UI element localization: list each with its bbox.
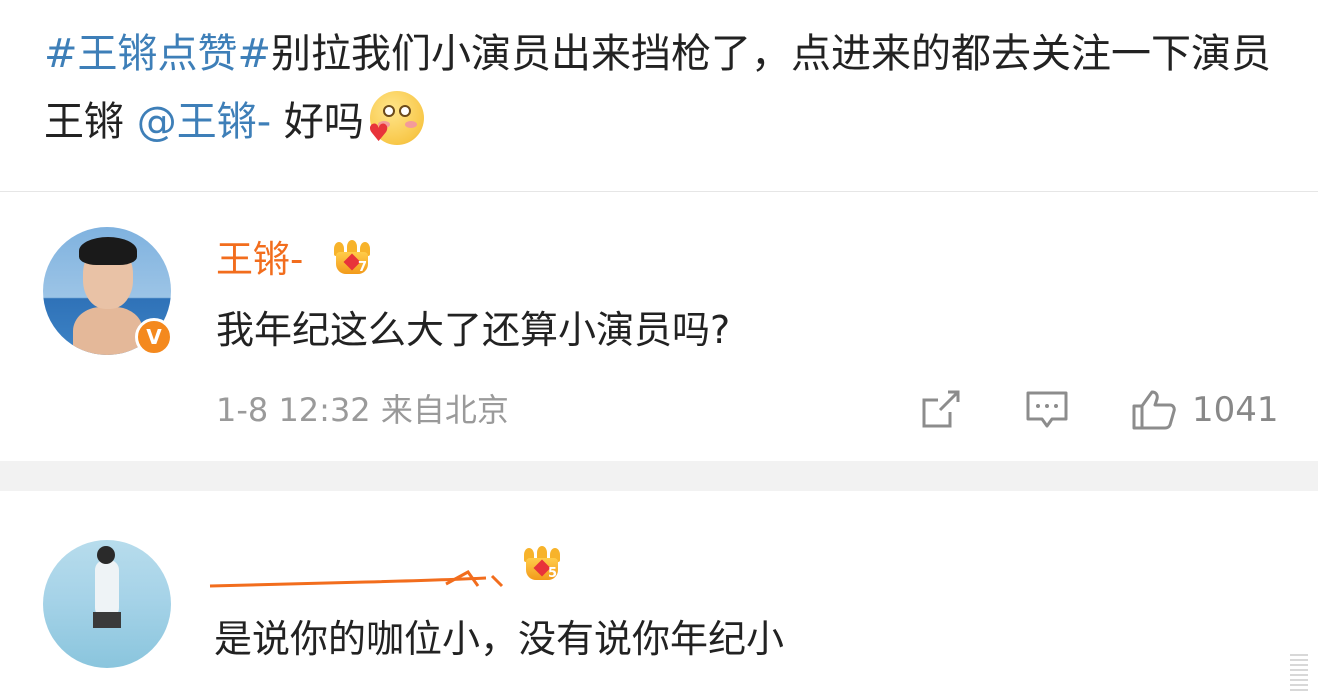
avatar[interactable] — [43, 540, 171, 668]
comment-button[interactable] — [1024, 388, 1070, 432]
crown-badge-icon: 7 — [332, 240, 372, 276]
comment-icon — [1026, 391, 1068, 428]
post-body: #王锵点赞#别拉我们小演员出来挡枪了，点进来的都去关注一下演员王锵 @王锵- 好… — [44, 20, 1284, 156]
topic-link[interactable]: #王锵点赞# — [44, 31, 271, 77]
comment-text: 我年纪这么大了还算小演员吗? — [216, 308, 731, 352]
share-button[interactable] — [918, 388, 962, 432]
crown-level: 5 — [548, 566, 558, 581]
crown-badge-icon: 5 — [522, 546, 562, 582]
comment-meta: 1-8 12:32 来自北京 — [216, 391, 509, 429]
comment-username[interactable]: 王锵- — [216, 232, 303, 288]
share-icon — [922, 390, 960, 428]
like-button[interactable]: 1041 — [1130, 388, 1279, 432]
like-count: 1041 — [1192, 390, 1279, 430]
shy-face-emoji-icon: ♥ — [368, 91, 424, 145]
redacted-username-scribble — [209, 570, 504, 588]
comment-text: 是说你的咖位小，没有说你年纪小 — [214, 617, 785, 661]
section-separator — [0, 461, 1318, 491]
scroll-grip-icon[interactable] — [1290, 654, 1308, 694]
crown-level: 7 — [358, 260, 368, 275]
verified-badge-icon: V — [135, 318, 173, 356]
mention-link[interactable]: @王锵- — [137, 99, 271, 145]
divider — [0, 191, 1318, 192]
post-text-end: 好吗 — [283, 99, 364, 145]
thumbs-up-icon — [1132, 390, 1176, 430]
